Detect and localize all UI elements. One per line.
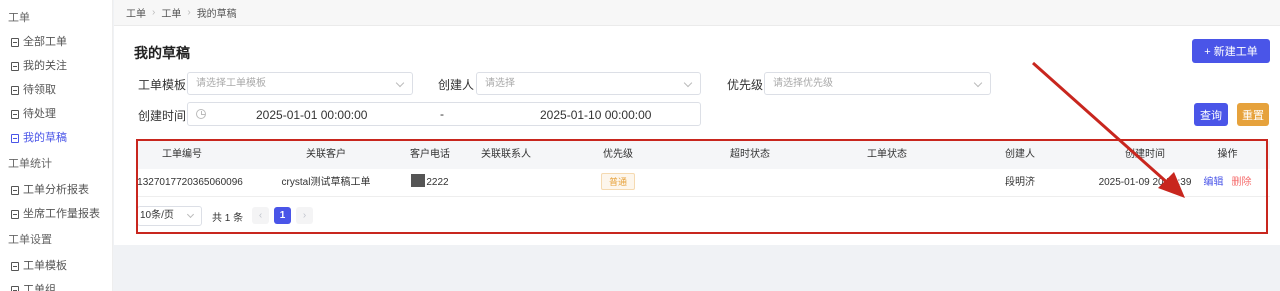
sidebar-group-ticket: 工单	[8, 12, 30, 24]
priority-select-placeholder: 请选择优先级	[773, 78, 833, 89]
sidebar-item-label: 全部工单	[23, 36, 67, 48]
template-select-placeholder: 请选择工单模板	[196, 78, 266, 89]
document-icon	[11, 285, 19, 291]
document-icon	[11, 37, 19, 47]
document-icon	[11, 185, 19, 195]
sidebar-item-my-drafts[interactable]: 我的草稿	[0, 126, 112, 150]
page-title: 我的草稿	[134, 45, 190, 61]
sidebar-item-analysis-report[interactable]: 工单分析报表	[0, 178, 112, 202]
created-time-label: 创建时间	[138, 109, 187, 123]
template-filter-label: 工单模板	[138, 78, 187, 92]
chevron-down-icon	[973, 78, 983, 88]
breadcrumb-item[interactable]: 工单	[126, 5, 146, 20]
clock-icon	[196, 109, 206, 119]
chevron-right-icon: ›	[152, 7, 156, 18]
sidebar-item-templates[interactable]: 工单模板	[0, 254, 112, 278]
chevron-down-icon	[683, 78, 693, 88]
sidebar-item-groups[interactable]: 工单组	[0, 278, 112, 291]
sidebar-item-label: 工单分析报表	[23, 184, 89, 196]
creator-select[interactable]: 请选择	[476, 72, 701, 95]
document-icon	[11, 261, 19, 271]
sidebar-item-label: 待领取	[23, 84, 56, 96]
document-icon	[11, 133, 19, 143]
priority-select[interactable]: 请选择优先级	[764, 72, 991, 95]
document-icon	[11, 109, 19, 119]
sidebar: 工单 全部工单 我的关注 待领取 待处理 我的草稿 工单统计 工单分析报表 坐席…	[0, 0, 113, 291]
date-start-value[interactable]: 2025-01-01 00:00:00	[256, 108, 367, 122]
sidebar-item-label: 工单模板	[23, 260, 67, 272]
query-button[interactable]: 查询	[1194, 103, 1228, 126]
new-ticket-button[interactable]: + 新建工单	[1192, 39, 1270, 63]
sidebar-item-to-claim[interactable]: 待领取	[0, 78, 112, 102]
sidebar-item-label: 我的草稿	[23, 132, 67, 144]
sidebar-item-workload-report[interactable]: 坐席工作量报表	[0, 202, 112, 226]
sidebar-item-label: 待处理	[23, 108, 56, 120]
chevron-down-icon	[395, 78, 405, 88]
creator-filter-label: 创建人	[438, 78, 475, 92]
sidebar-item-my-follow[interactable]: 我的关注	[0, 54, 112, 78]
creator-select-placeholder: 请选择	[485, 78, 515, 89]
breadcrumb: 工单 › 工单 › 我的草稿	[114, 0, 1280, 26]
date-end-value[interactable]: 2025-01-10 00:00:00	[540, 108, 651, 122]
sidebar-group-statistics: 工单统计	[8, 158, 52, 170]
annotation-highlight-box	[136, 139, 1268, 234]
date-range-separator: -	[440, 107, 444, 121]
template-select[interactable]: 请选择工单模板	[187, 72, 413, 95]
sidebar-group-settings: 工单设置	[8, 234, 52, 246]
document-icon	[11, 85, 19, 95]
sidebar-item-label: 我的关注	[23, 60, 67, 72]
reset-button[interactable]: 重置	[1237, 103, 1269, 126]
priority-filter-label: 优先级	[727, 78, 764, 92]
document-icon	[11, 209, 19, 219]
sidebar-item-label: 工单组	[23, 284, 56, 291]
chevron-right-icon: ›	[187, 7, 191, 18]
sidebar-item-to-handle[interactable]: 待处理	[0, 102, 112, 126]
sidebar-item-all-tickets[interactable]: 全部工单	[0, 30, 112, 54]
breadcrumb-item-current: 我的草稿	[196, 9, 237, 20]
created-time-range-picker[interactable]: 2025-01-01 00:00:00 - 2025-01-10 00:00:0…	[187, 102, 701, 126]
breadcrumb-item[interactable]: 工单	[161, 5, 181, 20]
document-icon	[11, 61, 19, 71]
sidebar-item-label: 坐席工作量报表	[23, 208, 100, 220]
